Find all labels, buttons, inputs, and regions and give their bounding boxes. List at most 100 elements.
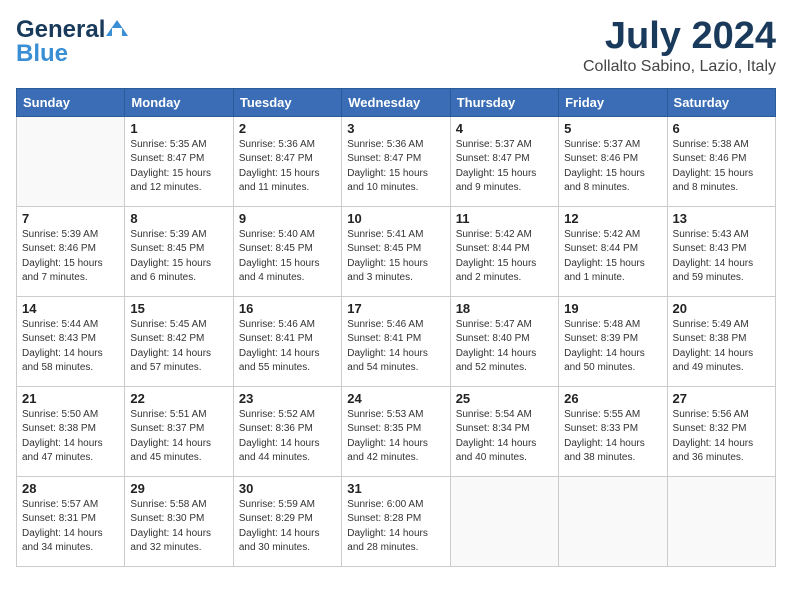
day-number: 18	[456, 301, 553, 316]
day-number: 12	[564, 211, 661, 226]
location: Collalto Sabino, Lazio, Italy	[583, 58, 776, 76]
calendar-cell: 8Sunrise: 5:39 AM Sunset: 8:45 PM Daylig…	[125, 206, 233, 296]
calendar-cell	[450, 476, 558, 566]
title-block: July 2024 Collalto Sabino, Lazio, Italy	[583, 16, 776, 76]
col-header-friday: Friday	[559, 88, 667, 116]
day-info: Sunrise: 5:45 AM Sunset: 8:42 PM Dayligh…	[130, 318, 227, 376]
day-info: Sunrise: 5:58 AM Sunset: 8:30 PM Dayligh…	[130, 498, 227, 556]
day-number: 20	[673, 301, 770, 316]
day-info: Sunrise: 5:48 AM Sunset: 8:39 PM Dayligh…	[564, 318, 661, 376]
day-info: Sunrise: 5:37 AM Sunset: 8:47 PM Dayligh…	[456, 138, 553, 196]
day-info: Sunrise: 5:35 AM Sunset: 8:47 PM Dayligh…	[130, 138, 227, 196]
calendar-cell: 12 Sunrise: 5:42 AM Sunset: 8:44 PM Dayli…	[559, 206, 667, 296]
day-number: 11	[456, 211, 553, 226]
day-info: Sunrise: 5:40 AM Sunset: 8:45 PM Dayligh…	[239, 228, 336, 286]
day-info: Sunrise: 5:56 AM Sunset: 8:32 PM Dayligh…	[673, 408, 770, 466]
calendar-cell: 22 Sunrise: 5:51 AM Sunset: 8:37 PM Dayli…	[125, 386, 233, 476]
col-header-thursday: Thursday	[450, 88, 558, 116]
day-number: 26	[564, 391, 661, 406]
day-number: 29	[130, 481, 227, 496]
logo-blue: Blue	[16, 40, 68, 68]
day-number: 21	[22, 391, 119, 406]
day-info: Sunrise: 5:52 AM Sunset: 8:36 PM Dayligh…	[239, 408, 336, 466]
day-number: 30	[239, 481, 336, 496]
day-info: Sunrise: 5:42 AM Sunset: 8:44 PM Dayligh…	[456, 228, 553, 286]
day-info: Sunrise: 6:00 AM Sunset: 8:28 PM Dayligh…	[347, 498, 444, 556]
calendar-cell: 19 Sunrise: 5:48 AM Sunset: 8:39 PM Dayli…	[559, 296, 667, 386]
calendar-cell: 21 Sunrise: 5:50 AM Sunset: 8:38 PM Dayli…	[17, 386, 125, 476]
day-info: Sunrise: 5:57 AM Sunset: 8:31 PM Dayligh…	[22, 498, 119, 556]
calendar-cell: 11 Sunrise: 5:42 AM Sunset: 8:44 PM Dayli…	[450, 206, 558, 296]
day-info: Sunrise: 5:36 AM Sunset: 8:47 PM Dayligh…	[239, 138, 336, 196]
calendar-cell: 15 Sunrise: 5:45 AM Sunset: 8:42 PM Dayli…	[125, 296, 233, 386]
day-number: 2	[239, 121, 336, 136]
col-header-tuesday: Tuesday	[233, 88, 341, 116]
calendar-cell: 23 Sunrise: 5:52 AM Sunset: 8:36 PM Dayli…	[233, 386, 341, 476]
col-header-saturday: Saturday	[667, 88, 775, 116]
calendar-cell: 31Sunrise: 6:00 AM Sunset: 8:28 PM Dayli…	[342, 476, 450, 566]
day-info: Sunrise: 5:49 AM Sunset: 8:38 PM Dayligh…	[673, 318, 770, 376]
calendar-cell: 29 Sunrise: 5:58 AM Sunset: 8:30 PM Dayli…	[125, 476, 233, 566]
calendar-cell: 18 Sunrise: 5:47 AM Sunset: 8:40 PM Dayli…	[450, 296, 558, 386]
day-number: 9	[239, 211, 336, 226]
calendar-cell: 9 Sunrise: 5:40 AM Sunset: 8:45 PM Daylig…	[233, 206, 341, 296]
col-header-monday: Monday	[125, 88, 233, 116]
logo: General Blue	[16, 16, 128, 68]
day-info: Sunrise: 5:37 AM Sunset: 8:46 PM Dayligh…	[564, 138, 661, 196]
calendar-cell: 7Sunrise: 5:39 AM Sunset: 8:46 PM Daylig…	[17, 206, 125, 296]
calendar-cell	[667, 476, 775, 566]
calendar-cell: 14Sunrise: 5:44 AM Sunset: 8:43 PM Dayli…	[17, 296, 125, 386]
day-number: 6	[673, 121, 770, 136]
calendar-cell: 1 Sunrise: 5:35 AM Sunset: 8:47 PM Daylig…	[125, 116, 233, 206]
day-info: Sunrise: 5:50 AM Sunset: 8:38 PM Dayligh…	[22, 408, 119, 466]
day-number: 19	[564, 301, 661, 316]
calendar-cell: 17 Sunrise: 5:46 AM Sunset: 8:41 PM Dayli…	[342, 296, 450, 386]
calendar-cell: 20 Sunrise: 5:49 AM Sunset: 8:38 PM Dayli…	[667, 296, 775, 386]
day-info: Sunrise: 5:51 AM Sunset: 8:37 PM Dayligh…	[130, 408, 227, 466]
day-number: 8	[130, 211, 227, 226]
day-info: Sunrise: 5:42 AM Sunset: 8:44 PM Dayligh…	[564, 228, 661, 286]
day-number: 27	[673, 391, 770, 406]
day-number: 5	[564, 121, 661, 136]
calendar-cell: 3 Sunrise: 5:36 AM Sunset: 8:47 PM Daylig…	[342, 116, 450, 206]
calendar-cell	[559, 476, 667, 566]
day-info: Sunrise: 5:55 AM Sunset: 8:33 PM Dayligh…	[564, 408, 661, 466]
day-info: Sunrise: 5:41 AM Sunset: 8:45 PM Dayligh…	[347, 228, 444, 286]
page-header: General Blue July 2024 Collalto Sabino, …	[16, 16, 776, 76]
day-number: 4	[456, 121, 553, 136]
day-number: 22	[130, 391, 227, 406]
day-number: 1	[130, 121, 227, 136]
day-number: 25	[456, 391, 553, 406]
day-info: Sunrise: 5:59 AM Sunset: 8:29 PM Dayligh…	[239, 498, 336, 556]
day-number: 15	[130, 301, 227, 316]
day-number: 23	[239, 391, 336, 406]
calendar-cell: 2 Sunrise: 5:36 AM Sunset: 8:47 PM Daylig…	[233, 116, 341, 206]
day-number: 13	[673, 211, 770, 226]
day-info: Sunrise: 5:53 AM Sunset: 8:35 PM Dayligh…	[347, 408, 444, 466]
calendar-cell	[17, 116, 125, 206]
day-number: 3	[347, 121, 444, 136]
col-header-sunday: Sunday	[17, 88, 125, 116]
calendar-cell: 26 Sunrise: 5:55 AM Sunset: 8:33 PM Dayli…	[559, 386, 667, 476]
calendar-cell: 27 Sunrise: 5:56 AM Sunset: 8:32 PM Dayli…	[667, 386, 775, 476]
day-info: Sunrise: 5:43 AM Sunset: 8:43 PM Dayligh…	[673, 228, 770, 286]
calendar-cell: 6Sunrise: 5:38 AM Sunset: 8:46 PM Daylig…	[667, 116, 775, 206]
calendar-cell: 25 Sunrise: 5:54 AM Sunset: 8:34 PM Dayli…	[450, 386, 558, 476]
day-info: Sunrise: 5:54 AM Sunset: 8:34 PM Dayligh…	[456, 408, 553, 466]
day-info: Sunrise: 5:47 AM Sunset: 8:40 PM Dayligh…	[456, 318, 553, 376]
calendar-cell: 16Sunrise: 5:46 AM Sunset: 8:41 PM Dayli…	[233, 296, 341, 386]
day-number: 7	[22, 211, 119, 226]
calendar-cell: 4 Sunrise: 5:37 AM Sunset: 8:47 PM Daylig…	[450, 116, 558, 206]
calendar-cell: 28Sunrise: 5:57 AM Sunset: 8:31 PM Dayli…	[17, 476, 125, 566]
day-info: Sunrise: 5:36 AM Sunset: 8:47 PM Dayligh…	[347, 138, 444, 196]
calendar-cell: 5 Sunrise: 5:37 AM Sunset: 8:46 PM Daylig…	[559, 116, 667, 206]
month-year: July 2024	[583, 16, 776, 58]
day-number: 17	[347, 301, 444, 316]
calendar-header: SundayMondayTuesdayWednesdayThursdayFrid…	[17, 88, 776, 116]
day-info: Sunrise: 5:46 AM Sunset: 8:41 PM Dayligh…	[239, 318, 336, 376]
logo-icon	[106, 18, 128, 40]
day-info: Sunrise: 5:46 AM Sunset: 8:41 PM Dayligh…	[347, 318, 444, 376]
calendar-cell: 10Sunrise: 5:41 AM Sunset: 8:45 PM Dayli…	[342, 206, 450, 296]
calendar-cell: 30 Sunrise: 5:59 AM Sunset: 8:29 PM Dayli…	[233, 476, 341, 566]
day-info: Sunrise: 5:44 AM Sunset: 8:43 PM Dayligh…	[22, 318, 119, 376]
